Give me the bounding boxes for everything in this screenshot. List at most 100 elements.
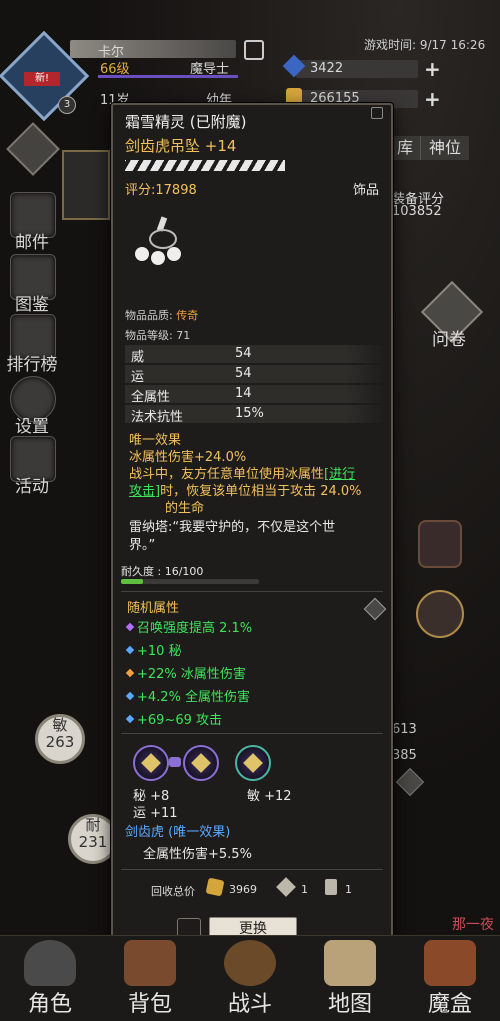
random-attr-text: +69~69 攻击 xyxy=(137,713,223,728)
random-attrs-header: 随机属性 xyxy=(127,601,180,616)
stat-name: 威 xyxy=(131,350,145,365)
random-attr: +10 秘 xyxy=(125,640,182,659)
attack-link-2[interactable]: 攻击] xyxy=(129,484,160,499)
boss-portrait-1[interactable] xyxy=(418,520,462,568)
random-attr: +69~69 攻击 xyxy=(125,709,223,728)
item-quality: 物品品质: 传奇 xyxy=(125,307,198,323)
set-effect: 全属性伤害+5.5% xyxy=(143,847,252,862)
attr-gem-icon xyxy=(125,668,135,678)
nav-backpack[interactable]: 背包 xyxy=(100,936,200,1021)
stat-value: 54 xyxy=(235,346,252,361)
stat-value: 54 xyxy=(235,366,252,381)
item-stars xyxy=(125,160,285,171)
stamina-value: 231 xyxy=(78,833,108,851)
agility-label: 敏 xyxy=(52,716,68,734)
story-link[interactable]: 那一夜 xyxy=(452,914,494,934)
random-attr-text: 召唤强度提高 2.1% xyxy=(137,621,253,636)
backpack-icon xyxy=(124,940,176,986)
unique-line-1: 冰属性伤害+24.0% xyxy=(129,450,247,465)
sidebar-item-mail[interactable]: 邮件 xyxy=(0,228,64,253)
divider xyxy=(121,869,383,870)
attr-gem-icon xyxy=(125,645,135,655)
random-attr-text: +10 秘 xyxy=(137,644,182,659)
stat-385: 385 xyxy=(392,748,417,763)
attack-link[interactable]: [进行 xyxy=(324,467,355,482)
socket-gem-2[interactable] xyxy=(183,745,219,781)
nav-battle[interactable]: 战斗 xyxy=(200,936,300,1021)
gold-icon xyxy=(286,88,302,104)
item-lore-quote: 雷纳塔:“我要守护的，不仅是这个世 界。” xyxy=(129,519,387,555)
attr-gem-icon xyxy=(125,714,135,724)
divider xyxy=(121,591,383,592)
unique-line-3b: 时，恢复该单位相当于攻击 24.0% xyxy=(160,484,362,499)
item-name: 剑齿虎吊坠 +14 xyxy=(125,137,237,155)
equip-score-value: 103852 xyxy=(392,204,442,219)
add-gems-button[interactable]: + xyxy=(424,59,441,79)
stat-value: 14 xyxy=(235,386,252,401)
unique-line-2: 战斗中，友方任意单位使用冰属性[进行 xyxy=(129,466,387,483)
material-icon-1 xyxy=(276,877,296,897)
add-gold-button[interactable]: + xyxy=(424,89,441,109)
gem-stat-3: 敏 +12 xyxy=(247,789,292,804)
durability-bar xyxy=(121,579,259,584)
random-attr-text: +4.2% 全属性伤害 xyxy=(137,690,251,705)
unique-effect-header: 唯一效果 xyxy=(129,433,182,448)
stat-value: 15% xyxy=(235,406,264,421)
unique-line-3: 攻击]时，恢复该单位相当于攻击 24.0% xyxy=(129,483,387,500)
item-quality-label: 物品品质: xyxy=(125,309,173,322)
gem-link-icon xyxy=(169,757,181,767)
socket-gem-3[interactable] xyxy=(235,745,271,781)
agility-badge: 敏 263 xyxy=(35,714,85,764)
info-icon[interactable] xyxy=(363,597,387,621)
sidebar-item-settings[interactable]: 设置 xyxy=(0,412,64,437)
random-attr-text: +22% 冰属性伤害 xyxy=(137,667,246,682)
nav-label: 战斗 xyxy=(227,992,272,1017)
exp-bar xyxy=(98,75,238,78)
quote-line-1: 雷纳塔:“我要守护的，不仅是这个世 xyxy=(129,520,336,535)
random-attr: +22% 冰属性伤害 xyxy=(125,663,246,682)
random-attr: 召唤强度提高 2.1% xyxy=(125,617,253,636)
attr-gem-icon xyxy=(125,691,135,701)
tab-storage[interactable]: 库 xyxy=(390,136,420,160)
nav-magic-box[interactable]: 魔盒 xyxy=(400,936,500,1021)
sidebar-item-ranking[interactable]: 排行榜 xyxy=(0,350,64,375)
item-title: 霜雪精灵 (已附魔) xyxy=(125,113,247,131)
edit-name-icon[interactable] xyxy=(244,40,264,60)
stat-name: 法术抗性 xyxy=(131,410,184,425)
nav-label: 地图 xyxy=(327,992,372,1017)
new-badge: 新! xyxy=(24,72,60,86)
banner-tab xyxy=(62,150,110,220)
lock-icon[interactable] xyxy=(371,107,383,119)
magic-box-icon xyxy=(424,940,476,986)
stat-row: 法术抗性 15% xyxy=(125,405,385,425)
item-level: 物品等级: 71 xyxy=(125,329,191,342)
socket-gem-1[interactable] xyxy=(133,745,169,781)
survey-label[interactable]: 问卷 xyxy=(432,325,466,350)
agility-value: 263 xyxy=(45,733,75,751)
name-bar xyxy=(70,40,236,58)
unique-line-2a: 战斗中，友方任意单位使用冰属性 xyxy=(129,467,325,482)
gems-value: 3422 xyxy=(310,61,344,76)
nav-character[interactable]: 角色 xyxy=(0,936,100,1021)
nav-label: 背包 xyxy=(127,992,172,1017)
random-attr: +4.2% 全属性伤害 xyxy=(125,686,251,705)
unique-effect-text: 冰属性伤害+24.0% 战斗中，友方任意单位使用冰属性[进行 攻击]时，恢复该单… xyxy=(129,449,387,517)
durability-label: 耐久度 : 16/100 xyxy=(121,565,204,578)
stat-name: 全属性 xyxy=(131,390,171,405)
tab-divine[interactable]: 神位 xyxy=(420,136,469,160)
item-slot: 饰品 xyxy=(353,183,380,198)
item-quality-value: 传奇 xyxy=(176,309,199,322)
sword-shield-icon xyxy=(224,940,276,986)
boss-portrait-2[interactable] xyxy=(416,590,464,638)
recycle-mat2: 1 xyxy=(345,883,352,896)
gem-icon xyxy=(243,753,263,773)
rank-badge: 3 xyxy=(58,96,76,114)
recycle-label: 回收总价 xyxy=(151,885,195,898)
quote-line-2: 界。” xyxy=(129,538,156,553)
stat-613: 613 xyxy=(392,722,417,737)
nav-map[interactable]: 地图 xyxy=(300,936,400,1021)
attr-gem-icon xyxy=(125,622,135,632)
sidebar-item-events[interactable]: 活动 xyxy=(0,472,64,497)
pendant-icon xyxy=(133,216,189,273)
sidebar-item-codex[interactable]: 图鉴 xyxy=(0,290,64,315)
